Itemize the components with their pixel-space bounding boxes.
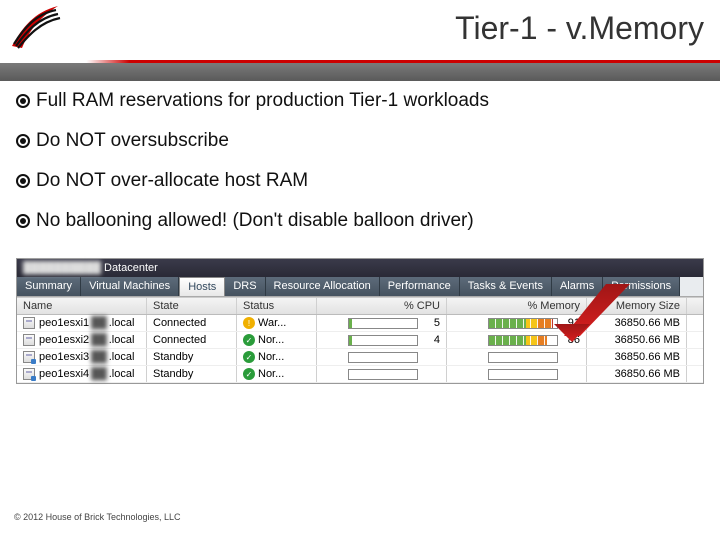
footer-copyright: © 2012 House of Brick Technologies, LLC <box>14 512 181 522</box>
tab-performance[interactable]: Performance <box>380 277 460 296</box>
tab-virtual-machines[interactable]: Virtual Machines <box>81 277 179 296</box>
tab-permissions[interactable]: Permissions <box>603 277 680 296</box>
col-cpu[interactable]: % CPU <box>317 298 447 314</box>
host-name: peo1esxi2██.local <box>39 334 134 346</box>
bullet-list: Full RAM reservations for production Tie… <box>0 70 720 258</box>
bullet-text: Full RAM reservations for production Tie… <box>36 90 489 112</box>
bullet-text: No ballooning allowed! (Don't disable ba… <box>36 210 474 232</box>
cell-status: ✓Nor... <box>237 332 317 348</box>
cell-state: Standby <box>147 349 237 365</box>
table-row[interactable]: peo1esxi4██.local Standby✓Nor... 36850.66 … <box>17 366 703 383</box>
host-name: peo1esxi4██.local <box>39 368 134 380</box>
host-icon <box>23 368 35 380</box>
tab-summary[interactable]: Summary <box>17 277 81 296</box>
bullet-icon <box>16 134 30 148</box>
bullet-item: Do NOT over-allocate host RAM <box>16 170 704 192</box>
host-icon <box>23 317 35 329</box>
host-icon <box>23 351 35 363</box>
tab-resource-allocation[interactable]: Resource Allocation <box>266 277 380 296</box>
host-name: peo1esxi3██.local <box>39 351 134 363</box>
bullet-icon <box>16 214 30 228</box>
table-row[interactable]: peo1esxi2██.local Connected✓Nor...4863685… <box>17 332 703 349</box>
ok-icon: ✓ <box>243 351 255 363</box>
cell-cpu <box>317 349 447 365</box>
cell-mem <box>447 349 587 365</box>
cell-state: Connected <box>147 315 237 331</box>
cell-mem: 91 <box>447 315 587 331</box>
tab-bar: SummaryVirtual MachinesHostsDRSResource … <box>17 277 703 297</box>
cell-state: Connected <box>147 332 237 348</box>
cell-cpu: 5 <box>317 315 447 331</box>
tab-alarms[interactable]: Alarms <box>552 277 603 296</box>
panel-title-blur: ██████████ <box>23 262 101 274</box>
cell-status: ✓Nor... <box>237 349 317 365</box>
bullet-icon <box>16 174 30 188</box>
warning-icon: ! <box>243 317 255 329</box>
bullet-item: Full RAM reservations for production Tie… <box>16 90 704 112</box>
cell-msize: 36850.66 MB <box>587 332 687 348</box>
header-band <box>0 63 720 81</box>
table-header: Name State Status % CPU % Memory Memory … <box>17 297 703 315</box>
cell-msize: 36850.66 MB <box>587 315 687 331</box>
page-title: Tier-1 - v.Memory <box>455 10 704 47</box>
panel-title-text: Datacenter <box>104 262 158 274</box>
cell-mem <box>447 366 587 382</box>
host-name: peo1esxi1██.local <box>39 317 134 329</box>
hosts-table: Name State Status % CPU % Memory Memory … <box>17 297 703 383</box>
ok-icon: ✓ <box>243 368 255 380</box>
cell-msize: 36850.66 MB <box>587 366 687 382</box>
bullet-text: Do NOT over-allocate host RAM <box>36 170 308 192</box>
cell-cpu <box>317 366 447 382</box>
cell-status: !War... <box>237 315 317 331</box>
logo-icon <box>8 2 64 54</box>
cell-mem: 86 <box>447 332 587 348</box>
panel-header: ██████████ Datacenter <box>17 259 703 277</box>
tab-tasks-events[interactable]: Tasks & Events <box>460 277 552 296</box>
bullet-icon <box>16 94 30 108</box>
bullet-item: No ballooning allowed! (Don't disable ba… <box>16 210 704 232</box>
cell-msize: 36850.66 MB <box>587 349 687 365</box>
cell-status: ✓Nor... <box>237 366 317 382</box>
ok-icon: ✓ <box>243 334 255 346</box>
table-row[interactable]: peo1esxi3██.local Standby✓Nor... 36850.66 … <box>17 349 703 366</box>
col-mem[interactable]: % Memory <box>447 298 587 314</box>
col-name[interactable]: Name <box>17 298 147 314</box>
cell-cpu: 4 <box>317 332 447 348</box>
table-row[interactable]: peo1esxi1██.local Connected!War...5913685… <box>17 315 703 332</box>
tab-hosts[interactable]: Hosts <box>179 277 225 296</box>
host-icon <box>23 334 35 346</box>
bullet-text: Do NOT oversubscribe <box>36 130 229 152</box>
cell-state: Standby <box>147 366 237 382</box>
bullet-item: Do NOT oversubscribe <box>16 130 704 152</box>
datacenter-panel: ██████████ Datacenter SummaryVirtual Mac… <box>16 258 704 384</box>
col-state[interactable]: State <box>147 298 237 314</box>
tab-drs[interactable]: DRS <box>225 277 265 296</box>
col-status[interactable]: Status <box>237 298 317 314</box>
col-msize[interactable]: Memory Size <box>587 298 687 314</box>
